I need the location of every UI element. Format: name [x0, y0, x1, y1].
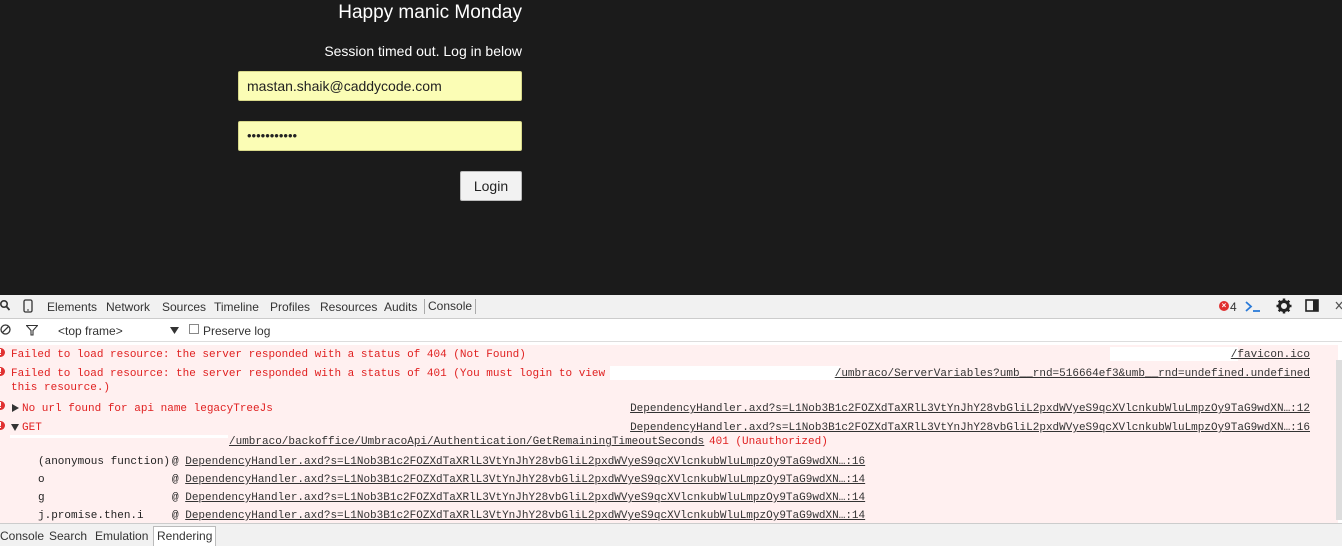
stack-link[interactable]: DependencyHandler.axd?s=L1Nob3B1c2FOZXdT… [185, 474, 865, 486]
tab-profiles[interactable]: Profiles [270, 300, 310, 314]
collapse-arrow-icon[interactable] [11, 424, 19, 431]
error-count[interactable]: 4 [1230, 300, 1237, 314]
tab-audits[interactable]: Audits [384, 300, 417, 314]
stack-function: g [38, 492, 45, 504]
console-message: ! No url found for api name legacyTreeJs… [0, 398, 1338, 419]
console-message: ! Failed to load resource: the server re… [0, 345, 1338, 365]
email-field[interactable]: mastan.shaik@caddycode.com [238, 71, 522, 101]
status-text: 401 (Unauthorized) [709, 436, 828, 448]
stack-function: (anonymous function) [38, 456, 171, 468]
message-text: No url found for api name legacyTreeJs [22, 403, 273, 415]
chevron-down-icon[interactable] [170, 327, 179, 334]
at-symbol: @ [172, 474, 179, 486]
preserve-log-label: Preserve log [203, 324, 271, 338]
stack-link[interactable]: DependencyHandler.axd?s=L1Nob3B1c2FOZXdT… [185, 456, 865, 468]
devtools-tabbar: Elements Network Sources Timeline Profil… [0, 295, 1342, 319]
dock-side-icon[interactable] [1305, 299, 1320, 313]
tab-network[interactable]: Network [106, 300, 150, 314]
login-button[interactable]: Login [460, 171, 522, 201]
drawer-tabbar: Console Search Emulation Rendering [0, 523, 1342, 546]
session-message: Session timed out. Log in below [324, 43, 522, 59]
at-symbol: @ [172, 456, 179, 468]
password-field[interactable]: ••••••••••• [238, 121, 522, 151]
error-icon: ! [0, 367, 5, 376]
message-text: Failed to load resource: the server resp… [11, 368, 606, 380]
drawer-tab-emulation[interactable]: Emulation [95, 529, 148, 543]
close-devtools-icon[interactable] [1335, 301, 1342, 310]
console-message: ! Failed to load resource: the server re… [0, 364, 1338, 399]
tab-sources[interactable]: Sources [162, 300, 206, 314]
show-console-icon[interactable] [1244, 300, 1262, 313]
drawer-tab-rendering[interactable]: Rendering [153, 526, 217, 546]
drawer-tab-search[interactable]: Search [49, 529, 87, 543]
message-text: this resource.) [11, 382, 111, 394]
settings-gear-icon[interactable] [1276, 298, 1292, 314]
console-scrollbar[interactable] [1336, 360, 1342, 520]
request-url-link[interactable]: /umbraco/backoffice/UmbracoApi/Authentic… [229, 436, 704, 448]
redacted-area [10, 435, 228, 438]
stack-function: j.promise.then.i [38, 510, 144, 522]
redacted-area [610, 366, 840, 380]
frame-select[interactable]: <top frame> [58, 324, 123, 338]
message-source-link[interactable]: DependencyHandler.axd?s=L1Nob3B1c2FOZXdT… [630, 403, 1310, 415]
console-message: ! GET DependencyHandler.axd?s=L1Nob3B1c2… [0, 418, 1338, 523]
devtools-panel: Elements Network Sources Timeline Profil… [0, 295, 1342, 546]
expand-arrow-icon[interactable] [12, 404, 19, 412]
drawer-tab-console[interactable]: Console [0, 529, 44, 543]
tab-resources[interactable]: Resources [320, 300, 377, 314]
at-symbol: @ [172, 510, 179, 522]
filter-icon[interactable] [26, 325, 38, 336]
login-page: Happy manic Monday Session timed out. Lo… [0, 0, 1342, 295]
error-icon: ! [0, 348, 5, 357]
error-count-icon: × [1219, 301, 1229, 311]
message-source-link[interactable]: DependencyHandler.axd?s=L1Nob3B1c2FOZXdT… [630, 422, 1310, 434]
device-mode-icon[interactable] [23, 299, 33, 313]
clear-console-icon[interactable] [0, 324, 11, 335]
at-symbol: @ [172, 492, 179, 504]
stack-link[interactable]: DependencyHandler.axd?s=L1Nob3B1c2FOZXdT… [185, 510, 865, 522]
greeting-title: Happy manic Monday [338, 2, 522, 23]
console-messages: ! Failed to load resource: the server re… [0, 342, 1342, 523]
preserve-log-checkbox[interactable] [189, 324, 199, 334]
error-icon: ! [0, 421, 5, 430]
redacted-area [1110, 347, 1238, 361]
inspect-icon[interactable] [0, 300, 10, 312]
message-source-link[interactable]: /umbraco/ServerVariables?umb__rnd=516664… [835, 368, 1310, 380]
console-toolbar: <top frame> Preserve log [0, 319, 1342, 342]
stack-function: o [38, 474, 45, 486]
message-text: Failed to load resource: the server resp… [11, 349, 526, 361]
tab-timeline[interactable]: Timeline [214, 300, 259, 314]
message-source-link[interactable]: /favicon.ico [1231, 349, 1310, 361]
message-text: GET [22, 422, 42, 434]
tab-elements[interactable]: Elements [47, 300, 97, 314]
stack-link[interactable]: DependencyHandler.axd?s=L1Nob3B1c2FOZXdT… [185, 492, 865, 504]
tab-console[interactable]: Console [424, 299, 477, 314]
error-icon: ! [0, 401, 5, 410]
